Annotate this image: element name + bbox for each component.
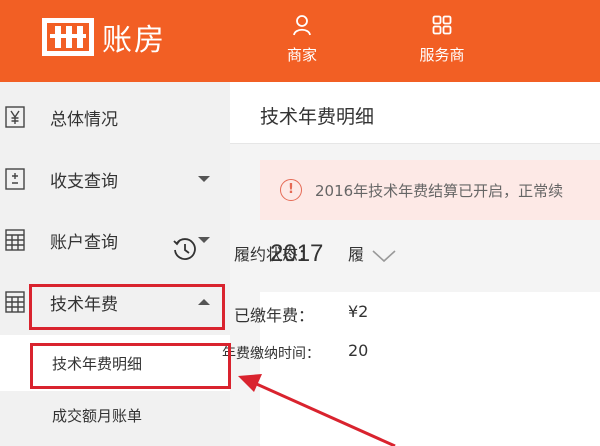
yen-icon — [4, 106, 26, 128]
sidebar-item-label: 总体情况 — [50, 109, 118, 130]
sidebar-item-label: 收支查询 — [50, 171, 118, 192]
status-label: 履约状态： — [234, 245, 315, 264]
page-title: 技术年费明细 — [260, 106, 375, 128]
abacus-icon — [40, 14, 96, 60]
sidebar-item-label: 账户查询 — [50, 232, 118, 253]
sidebar-item-overview[interactable]: 总体情况 — [0, 87, 230, 147]
notice-text: 2016年技术年费结算已开启，正常续 — [315, 182, 564, 200]
sidebar-subitem-label: 成交额月账单 — [52, 406, 143, 425]
grid-icon — [402, 12, 482, 38]
page-header: 技术年费明细 — [230, 82, 600, 144]
sidebar-subitem-monthly-bill[interactable]: 成交额月账单 — [0, 387, 230, 443]
nav-shops[interactable]: 商家 — [262, 12, 342, 65]
chevron-down-icon — [370, 248, 398, 264]
table-icon — [4, 291, 26, 313]
user-icon — [262, 12, 342, 38]
sidebar-item-income[interactable]: 收支查询 — [0, 149, 230, 209]
nav-providers-label: 服务商 — [419, 46, 465, 64]
notice-banner: ! 2016年技术年费结算已开启，正常续 — [260, 160, 600, 220]
payment-time-label: 年费缴纳时间： — [222, 346, 320, 362]
status-value: 履 — [348, 245, 365, 264]
app-title: 账房 — [102, 23, 166, 58]
chevron-down-icon — [198, 237, 210, 243]
top-bar: 账房 商家 服务商 — [0, 0, 600, 82]
table-icon — [4, 229, 26, 251]
chevron-down-icon — [198, 176, 210, 182]
app-logo[interactable]: 账房 — [40, 14, 166, 60]
info-icon: ! — [280, 179, 302, 201]
payment-time-value: 20 — [348, 341, 369, 360]
highlight-box-tech-fee — [29, 284, 225, 330]
highlight-box-tech-fee-detail — [30, 343, 231, 389]
nav-shops-label: 商家 — [286, 46, 317, 64]
paid-fee-value: ¥2 — [348, 302, 369, 321]
clock-icon — [172, 237, 198, 267]
ledger-icon — [4, 168, 26, 190]
paid-fee-label: 已缴年费： — [234, 306, 315, 325]
nav-providers[interactable]: 服务商 — [402, 12, 482, 65]
